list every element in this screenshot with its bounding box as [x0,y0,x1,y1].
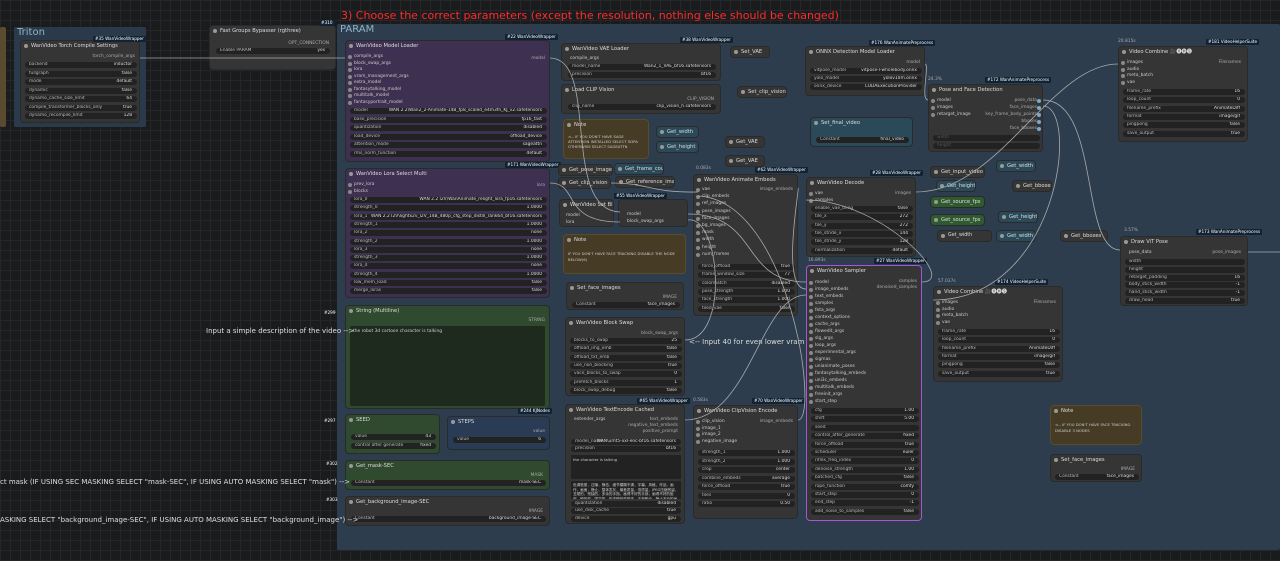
node-canvas[interactable]: Triton PARAM 3) Choose the correct param… [0,0,1280,561]
connection-wires [140,57,1280,421]
